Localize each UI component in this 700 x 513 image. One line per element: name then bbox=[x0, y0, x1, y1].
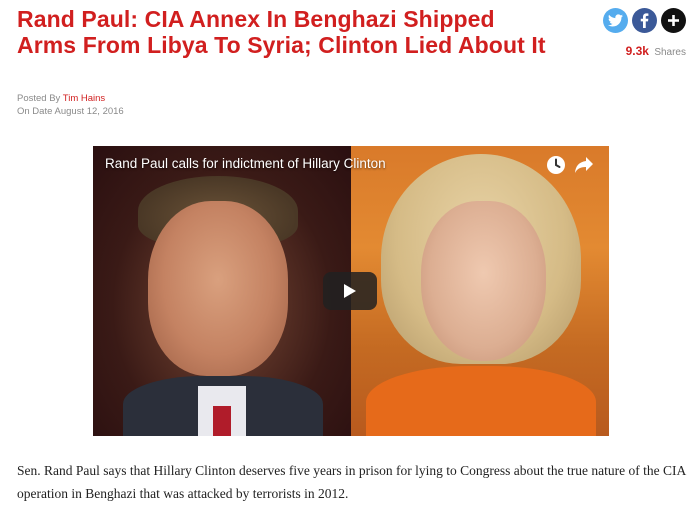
author-link[interactable]: Tim Hains bbox=[63, 93, 105, 104]
video-title[interactable]: Rand Paul calls for indictment of Hillar… bbox=[105, 156, 386, 171]
play-icon bbox=[344, 284, 356, 298]
watch-later-button[interactable] bbox=[545, 154, 567, 176]
facebook-share-button[interactable] bbox=[632, 8, 657, 33]
twitter-share-button[interactable] bbox=[603, 8, 628, 33]
date-line: On Date August 12, 2016 bbox=[17, 105, 124, 118]
video-thumbnail-left bbox=[93, 146, 351, 436]
thumbnail-face-left bbox=[148, 201, 288, 376]
share-count: 9.3k Shares bbox=[596, 44, 686, 58]
share-count-number: 9.3k bbox=[625, 44, 649, 58]
article-headline: Rand Paul: CIA Annex In Benghazi Shipped… bbox=[17, 6, 546, 58]
video-thumbnail-right bbox=[351, 146, 609, 436]
thumbnail-face-right bbox=[421, 201, 546, 361]
watch-later-icon bbox=[547, 156, 565, 174]
more-share-button[interactable] bbox=[661, 8, 686, 33]
article-body-paragraph: Sen. Rand Paul says that Hillary Clinton… bbox=[17, 463, 686, 501]
thumbnail-tie-left bbox=[213, 406, 231, 436]
plus-icon bbox=[668, 15, 679, 26]
share-bar: 9.3k Shares bbox=[596, 8, 686, 58]
share-arrow-icon bbox=[575, 157, 593, 173]
posted-by-line: Posted By Tim Hains bbox=[17, 92, 124, 105]
date-prefix: On Date bbox=[17, 106, 53, 117]
byline: Posted By Tim Hains On Date August 12, 2… bbox=[17, 92, 124, 118]
video-player[interactable]: Rand Paul calls for indictment of Hillar… bbox=[93, 146, 609, 436]
post-date: August 12, 2016 bbox=[54, 106, 124, 117]
share-buttons bbox=[596, 8, 686, 33]
thumbnail-jacket-right bbox=[366, 366, 596, 436]
facebook-icon bbox=[640, 13, 649, 28]
play-button[interactable] bbox=[323, 272, 377, 310]
twitter-icon bbox=[608, 14, 623, 27]
video-share-button[interactable] bbox=[573, 154, 595, 176]
share-count-label: Shares bbox=[654, 47, 686, 58]
posted-by-prefix: Posted By bbox=[17, 93, 61, 104]
